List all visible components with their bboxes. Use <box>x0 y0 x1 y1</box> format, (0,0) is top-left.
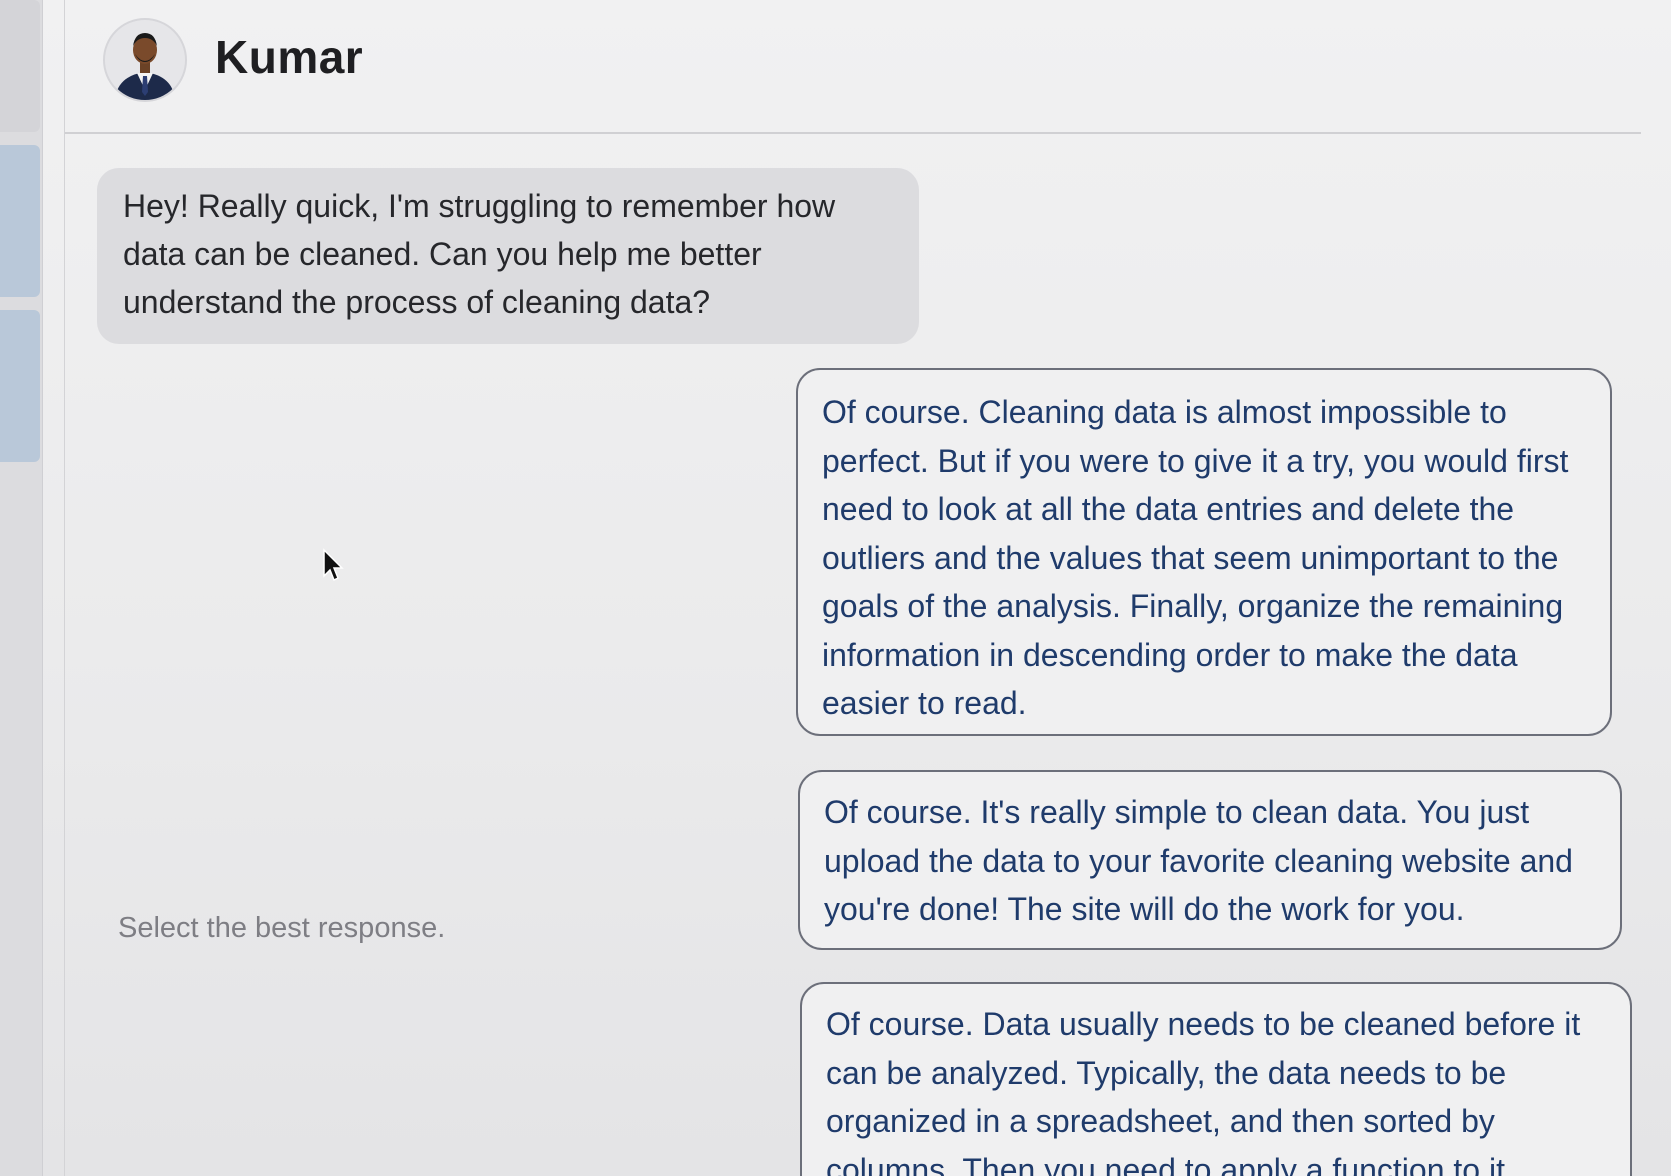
person-avatar-icon <box>103 18 187 102</box>
response-option-1[interactable]: Of course. Cleaning data is almost impos… <box>796 368 1612 736</box>
chat-screen: Kumar Hey! Really quick, I'm struggling … <box>0 0 1671 1176</box>
rail-tab-active[interactable] <box>0 145 40 297</box>
mouse-pointer-icon <box>323 548 344 582</box>
contact-name: Kumar <box>215 31 364 83</box>
response-option-3[interactable]: Of course. Data usually needs to be clea… <box>800 982 1632 1176</box>
rail-tab-secondary[interactable] <box>0 310 40 462</box>
rail-tab-top[interactable] <box>0 0 40 132</box>
chat-header: Kumar <box>65 0 1641 134</box>
response-prompt: Select the best response. <box>118 912 446 944</box>
left-navigation-rail <box>0 0 43 1176</box>
response-option-2[interactable]: Of course. It's really simple to clean d… <box>798 770 1622 950</box>
incoming-message-bubble: Hey! Really quick, I'm struggling to rem… <box>97 168 919 344</box>
